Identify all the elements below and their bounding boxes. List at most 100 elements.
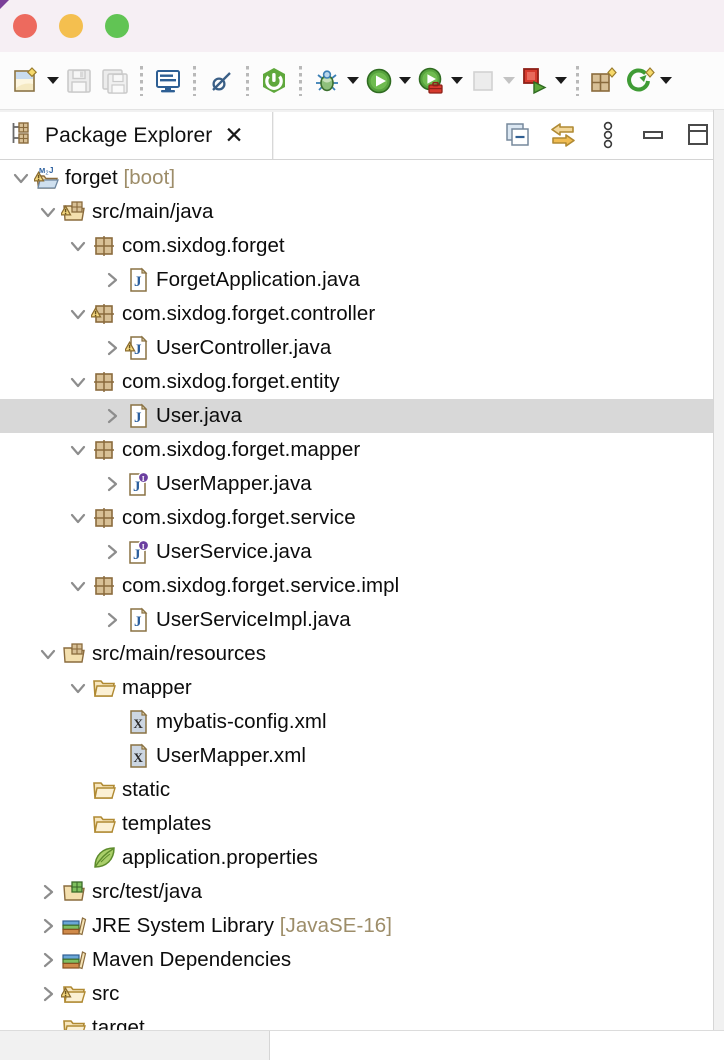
chevron-down-icon[interactable] xyxy=(35,637,61,671)
new-wizard-dropdown-arrow[interactable] xyxy=(45,62,61,100)
run-toolbox-icon[interactable] xyxy=(413,62,449,100)
spring-boot-icon[interactable] xyxy=(256,62,292,100)
chevron-down-icon[interactable] xyxy=(65,501,91,535)
tree-row[interactable]: com.sixdog.forget.controller xyxy=(0,297,713,331)
chevron-down-icon[interactable] xyxy=(35,195,61,229)
toolbar-new-wizard[interactable] xyxy=(9,60,61,102)
tree-row[interactable]: mapper xyxy=(0,671,713,705)
stop-run-icon[interactable] xyxy=(517,62,553,100)
console-icon[interactable] xyxy=(150,62,186,100)
vertical-dots-icon[interactable] xyxy=(593,119,623,151)
chevron-right-icon[interactable] xyxy=(35,875,61,909)
toolbar-run[interactable] xyxy=(361,60,413,102)
tree-row[interactable]: J UserController.java xyxy=(0,331,713,365)
tree-item-decoration: [JavaSE-16] xyxy=(279,914,393,937)
package-explorer-tree[interactable]: M 2 J forget [boot] src/main/java com.si… xyxy=(0,161,713,1030)
library-icon xyxy=(61,947,87,973)
tree-row[interactable]: J I UserMapper.java xyxy=(0,467,713,501)
toolbar-debug[interactable] xyxy=(309,60,361,102)
tree-row[interactable]: src xyxy=(0,977,713,1011)
tree-row[interactable]: JRE System Library [JavaSE-16] xyxy=(0,909,713,943)
java-class-warning-icon: J xyxy=(125,335,151,361)
save-all-icon[interactable] xyxy=(97,62,133,100)
tree-row[interactable]: com.sixdog.forget.service.impl xyxy=(0,569,713,603)
chevron-down-icon[interactable] xyxy=(65,365,91,399)
tree-row[interactable]: X UserMapper.xml xyxy=(0,739,713,773)
tree-item-label: User.java xyxy=(156,404,242,427)
debug-bug-icon[interactable] xyxy=(309,62,345,100)
chevron-down-icon[interactable] xyxy=(65,297,91,331)
new-package-icon[interactable] xyxy=(586,62,622,100)
tree-item-decoration: [boot] xyxy=(123,166,176,189)
tree-row[interactable]: com.sixdog.forget xyxy=(0,229,713,263)
tree-row[interactable]: com.sixdog.forget.entity xyxy=(0,365,713,399)
window-title-bar xyxy=(0,0,724,52)
chevron-right-icon[interactable] xyxy=(99,467,125,501)
tree-row[interactable]: templates xyxy=(0,807,713,841)
tree-item-label: src xyxy=(92,982,120,1005)
chevron-right-icon[interactable] xyxy=(99,399,125,433)
tree-row[interactable]: com.sixdog.forget.service xyxy=(0,501,713,535)
tree-item-label: com.sixdog.forget.service xyxy=(122,506,356,529)
save-icon[interactable] xyxy=(61,62,97,100)
package-icon xyxy=(91,437,117,463)
toolbar-stop-and-run[interactable] xyxy=(517,60,569,102)
tree-row[interactable]: Maven Dependencies xyxy=(0,943,713,977)
run-play-icon[interactable] xyxy=(361,62,397,100)
source-folder-warning-icon xyxy=(61,199,87,225)
new-spring-dropdown-arrow[interactable] xyxy=(658,62,674,100)
chevron-down-icon[interactable] xyxy=(65,433,91,467)
tree-row[interactable]: J UserServiceImpl.java xyxy=(0,603,713,637)
chevron-right-icon[interactable] xyxy=(35,977,61,1011)
chevron-right-icon[interactable] xyxy=(35,909,61,943)
stop-run-dropdown-arrow[interactable] xyxy=(553,62,569,100)
new-spring-icon[interactable] xyxy=(622,62,658,100)
minimize-icon[interactable] xyxy=(638,119,668,151)
coverage-icon[interactable] xyxy=(465,62,501,100)
debug-dropdown-arrow[interactable] xyxy=(345,62,361,100)
tree-row[interactable]: application.properties xyxy=(0,841,713,875)
chevron-right-icon[interactable] xyxy=(99,263,125,297)
chevron-down-icon[interactable] xyxy=(65,229,91,263)
chevron-right-icon[interactable] xyxy=(99,331,125,365)
tree-row[interactable]: com.sixdog.forget.mapper xyxy=(0,433,713,467)
close-icon[interactable]: ✕ xyxy=(224,124,243,147)
toolbar-external-tools[interactable] xyxy=(413,60,465,102)
chevron-down-icon[interactable] xyxy=(8,161,34,195)
link-editor-icon[interactable] xyxy=(548,119,578,151)
tree-row[interactable]: X mybatis-config.xml xyxy=(0,705,713,739)
collapse-all-icon[interactable] xyxy=(503,119,533,151)
tree-row[interactable]: src/main/java xyxy=(0,195,713,229)
chevron-right-icon[interactable] xyxy=(35,943,61,977)
toolbar-separator xyxy=(246,65,249,96)
folder-icon xyxy=(91,675,117,701)
run-dropdown-arrow[interactable] xyxy=(397,62,413,100)
tree-row[interactable]: M 2 J forget [boot] xyxy=(0,161,713,195)
tree-row[interactable]: src/test/java xyxy=(0,875,713,909)
tree-row[interactable]: src/main/resources xyxy=(0,637,713,671)
tree-item-label: src/main/java xyxy=(92,200,214,223)
toolbar-new-spring-element[interactable] xyxy=(622,60,674,102)
chevron-right-icon[interactable] xyxy=(99,603,125,637)
new-file-icon[interactable] xyxy=(9,62,45,100)
tree-row[interactable]: J User.java xyxy=(0,399,713,433)
toolbar-separator xyxy=(193,65,196,96)
skip-breakpoints-icon[interactable] xyxy=(203,62,239,100)
tree-row[interactable]: J I UserService.java xyxy=(0,535,713,569)
external-tools-dropdown-arrow[interactable] xyxy=(449,62,465,100)
chevron-down-icon[interactable] xyxy=(65,569,91,603)
tree-row[interactable]: J ForgetApplication.java xyxy=(0,263,713,297)
chevron-right-icon[interactable] xyxy=(99,535,125,569)
xml-file-icon: X xyxy=(125,743,151,769)
tree-row[interactable]: static xyxy=(0,773,713,807)
toolbar-coverage[interactable] xyxy=(465,60,517,102)
chevron-down-icon[interactable] xyxy=(65,671,91,705)
tree-row[interactable]: target xyxy=(0,1011,713,1030)
coverage-dropdown-arrow[interactable] xyxy=(501,62,517,100)
maximize-icon[interactable] xyxy=(683,119,713,151)
close-window-button[interactable] xyxy=(13,14,37,38)
minimize-window-button[interactable] xyxy=(59,14,83,38)
zoom-window-button[interactable] xyxy=(105,14,129,38)
tab-package-explorer[interactable]: Package Explorer ✕ xyxy=(0,112,273,159)
toolbar-separator xyxy=(576,65,579,96)
